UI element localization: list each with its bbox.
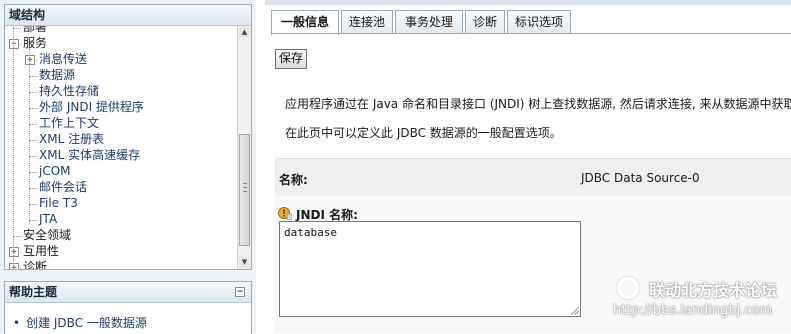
- tree-item[interactable]: 安全领域: [23, 228, 71, 243]
- collapse-icon[interactable]: −: [9, 39, 19, 49]
- grip-line-icon: [243, 187, 247, 188]
- tree-item[interactable]: File T3: [39, 196, 78, 211]
- tree-item[interactable]: 互用性: [23, 244, 59, 259]
- tree-connector-line: [29, 76, 37, 77]
- scroll-thumb[interactable]: [239, 134, 250, 246]
- tree-item[interactable]: 消息传送: [39, 52, 87, 67]
- grip-line-icon: [243, 191, 247, 192]
- domain-structure-panel: 域结构 部署 − 服务 + 消息传送 数据源 持久性存储 外部 JNDI 提供程序 工作上下文 X…: [4, 4, 252, 270]
- tab-general-label[interactable]: 一般信息: [281, 15, 329, 29]
- tree-item[interactable]: JTA: [39, 212, 57, 227]
- tree-connector-line: [29, 220, 37, 221]
- warning-info-icon: [278, 207, 292, 220]
- name-value: JDBC Data Source-0: [581, 171, 700, 185]
- tab-transaction-label[interactable]: 事务处理: [405, 15, 453, 29]
- tab-identity-options-label[interactable]: 标识选项: [515, 15, 563, 29]
- tab-general[interactable]: 一般信息: [271, 10, 339, 35]
- domain-tree-viewport: 部署 − 服务 + 消息传送 数据源 持久性存储 外部 JNDI 提供程序 工作上下文 XML 注…: [5, 26, 237, 269]
- tree-rail-line: [13, 26, 14, 268]
- forum-logo-icon: [617, 277, 639, 299]
- resize-handle-icon[interactable]: [571, 307, 579, 315]
- tree-item[interactable]: XML 注册表: [39, 132, 104, 147]
- tree-connector-line: [29, 156, 37, 157]
- tab-identity-options[interactable]: 标识选项: [507, 10, 571, 33]
- tab-underline: [271, 33, 791, 34]
- expand-icon[interactable]: +: [9, 247, 19, 257]
- help-topics-header: 帮助主题 −: [5, 282, 251, 303]
- scroll-up-icon[interactable]: ▲: [239, 27, 250, 38]
- tree-item[interactable]: 诊断: [23, 260, 47, 269]
- tree-item[interactable]: 数据源: [39, 68, 75, 83]
- tree-connector-line: [29, 188, 37, 189]
- tree-item[interactable]: XML 实体高速缓存: [39, 148, 140, 163]
- tree-connector-line: [29, 124, 37, 125]
- expand-icon[interactable]: +: [9, 263, 19, 269]
- tab-connection-pool[interactable]: 连接池: [341, 10, 393, 33]
- jndi-name-value[interactable]: database: [284, 226, 337, 239]
- tree-item[interactable]: 外部 JNDI 提供程序: [39, 100, 144, 115]
- grip-line-icon: [243, 183, 247, 184]
- tree-scrollbar[interactable]: ▲ ▼: [237, 26, 251, 269]
- watermark-url: http://bbs.landingbj.com: [613, 303, 773, 318]
- domain-structure-header: 域结构: [5, 5, 251, 26]
- tree-connector-line: [29, 92, 37, 93]
- tree-item[interactable]: 工作上下文: [39, 116, 99, 131]
- expand-icon[interactable]: +: [25, 55, 35, 65]
- watermark-title: 联动北方技术论坛: [649, 281, 778, 300]
- scroll-down-icon[interactable]: ▼: [239, 257, 250, 268]
- bullet-icon: •: [13, 316, 21, 330]
- name-row: 名称: JDBC Data Source-0: [275, 158, 791, 196]
- left-column: 域结构 部署 − 服务 + 消息传送 数据源 持久性存储 外部 JNDI 提供程序 工作上下文 X…: [0, 0, 256, 334]
- tree-connector-line: [29, 108, 37, 109]
- save-button[interactable]: 保存: [275, 49, 308, 69]
- tree-connector-line: [29, 140, 37, 141]
- tree-connector-line: [13, 236, 21, 237]
- tree-item[interactable]: jCOM: [39, 164, 71, 179]
- tree-item[interactable]: 部署: [23, 26, 47, 35]
- tab-connection-pool-label[interactable]: 连接池: [349, 15, 385, 29]
- tab-diagnostics[interactable]: 诊断: [465, 10, 505, 33]
- tree-connector-line: [13, 28, 21, 29]
- help-topics-title: 帮助主题: [9, 285, 58, 299]
- tab-diagnostics-label[interactable]: 诊断: [473, 15, 497, 29]
- tab-transaction[interactable]: 事务处理: [395, 10, 463, 33]
- top-strip: [265, 0, 791, 5]
- tree-item[interactable]: 服务: [23, 36, 47, 51]
- description-line-1: 应用程序通过在 Java 命名和目录接口 (JNDI) 树上查找数据源, 然后请…: [285, 97, 791, 111]
- tree-item[interactable]: 邮件会话: [39, 180, 87, 195]
- help-topics-panel: 帮助主题 − • 创建 JDBC 一般数据源: [4, 281, 252, 334]
- help-link-create-jdbc[interactable]: • 创建 JDBC 一般数据源: [13, 314, 147, 331]
- forum-watermark: 联动北方技术论坛 http://bbs.landingbj.com: [613, 275, 787, 325]
- help-link-label[interactable]: 创建 JDBC 一般数据源: [26, 316, 147, 330]
- description-line-2: 在此页中可以定义此 JDBC 数据源的一般配置选项。: [285, 126, 562, 140]
- name-label: 名称:: [279, 173, 308, 187]
- tree-connector-line: [29, 172, 37, 173]
- tree-connector-line: [29, 204, 37, 205]
- collapse-icon[interactable]: −: [235, 287, 245, 297]
- tree-rail-line: [29, 48, 30, 224]
- jndi-name-textarea[interactable]: database: [279, 221, 581, 317]
- tree-item[interactable]: 持久性存储: [39, 84, 99, 99]
- domain-structure-title: 域结构: [9, 8, 46, 22]
